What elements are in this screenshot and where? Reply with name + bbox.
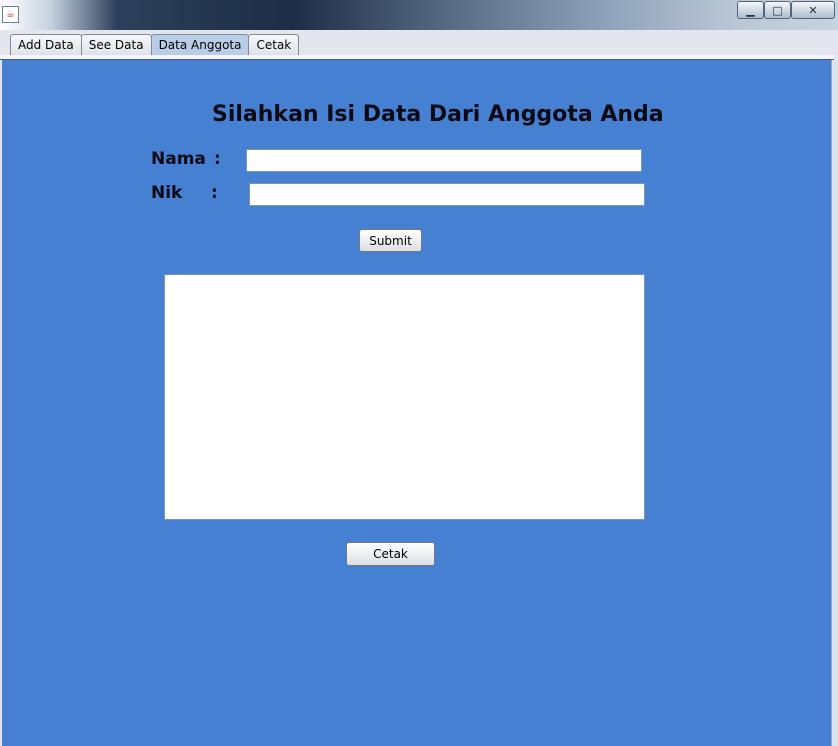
maximize-button[interactable]: □: [764, 1, 791, 19]
tab-strip: Add Data See Data Data Anggota Cetak: [10, 34, 300, 56]
form-heading: Silahkan Isi Data Dari Anggota Anda: [212, 102, 664, 127]
nik-colon: :: [211, 183, 218, 203]
nama-input[interactable]: [246, 149, 642, 172]
minimize-button[interactable]: ▁: [737, 1, 764, 19]
tab-cetak[interactable]: Cetak: [248, 34, 300, 56]
cetak-button[interactable]: Cetak: [346, 542, 435, 566]
tab-see-data[interactable]: See Data: [80, 34, 152, 56]
submit-button[interactable]: Submit: [359, 229, 422, 252]
java-coffee-icon: ☕: [2, 6, 19, 23]
output-text-area[interactable]: [164, 274, 645, 520]
window-right-border: [831, 60, 838, 746]
nama-colon: :: [214, 149, 221, 169]
nik-input[interactable]: [249, 183, 645, 206]
tab-bar: Add Data See Data Data Anggota Cetak: [0, 30, 838, 58]
tab-data-anggota[interactable]: Data Anggota: [150, 34, 250, 56]
nama-label: Nama: [151, 149, 206, 169]
nik-label: Nik: [151, 183, 183, 203]
window-title-bar: ☕ ▁ □ ✕: [0, 0, 838, 30]
tab-add-data[interactable]: Add Data: [10, 34, 82, 56]
close-button[interactable]: ✕: [791, 1, 835, 19]
